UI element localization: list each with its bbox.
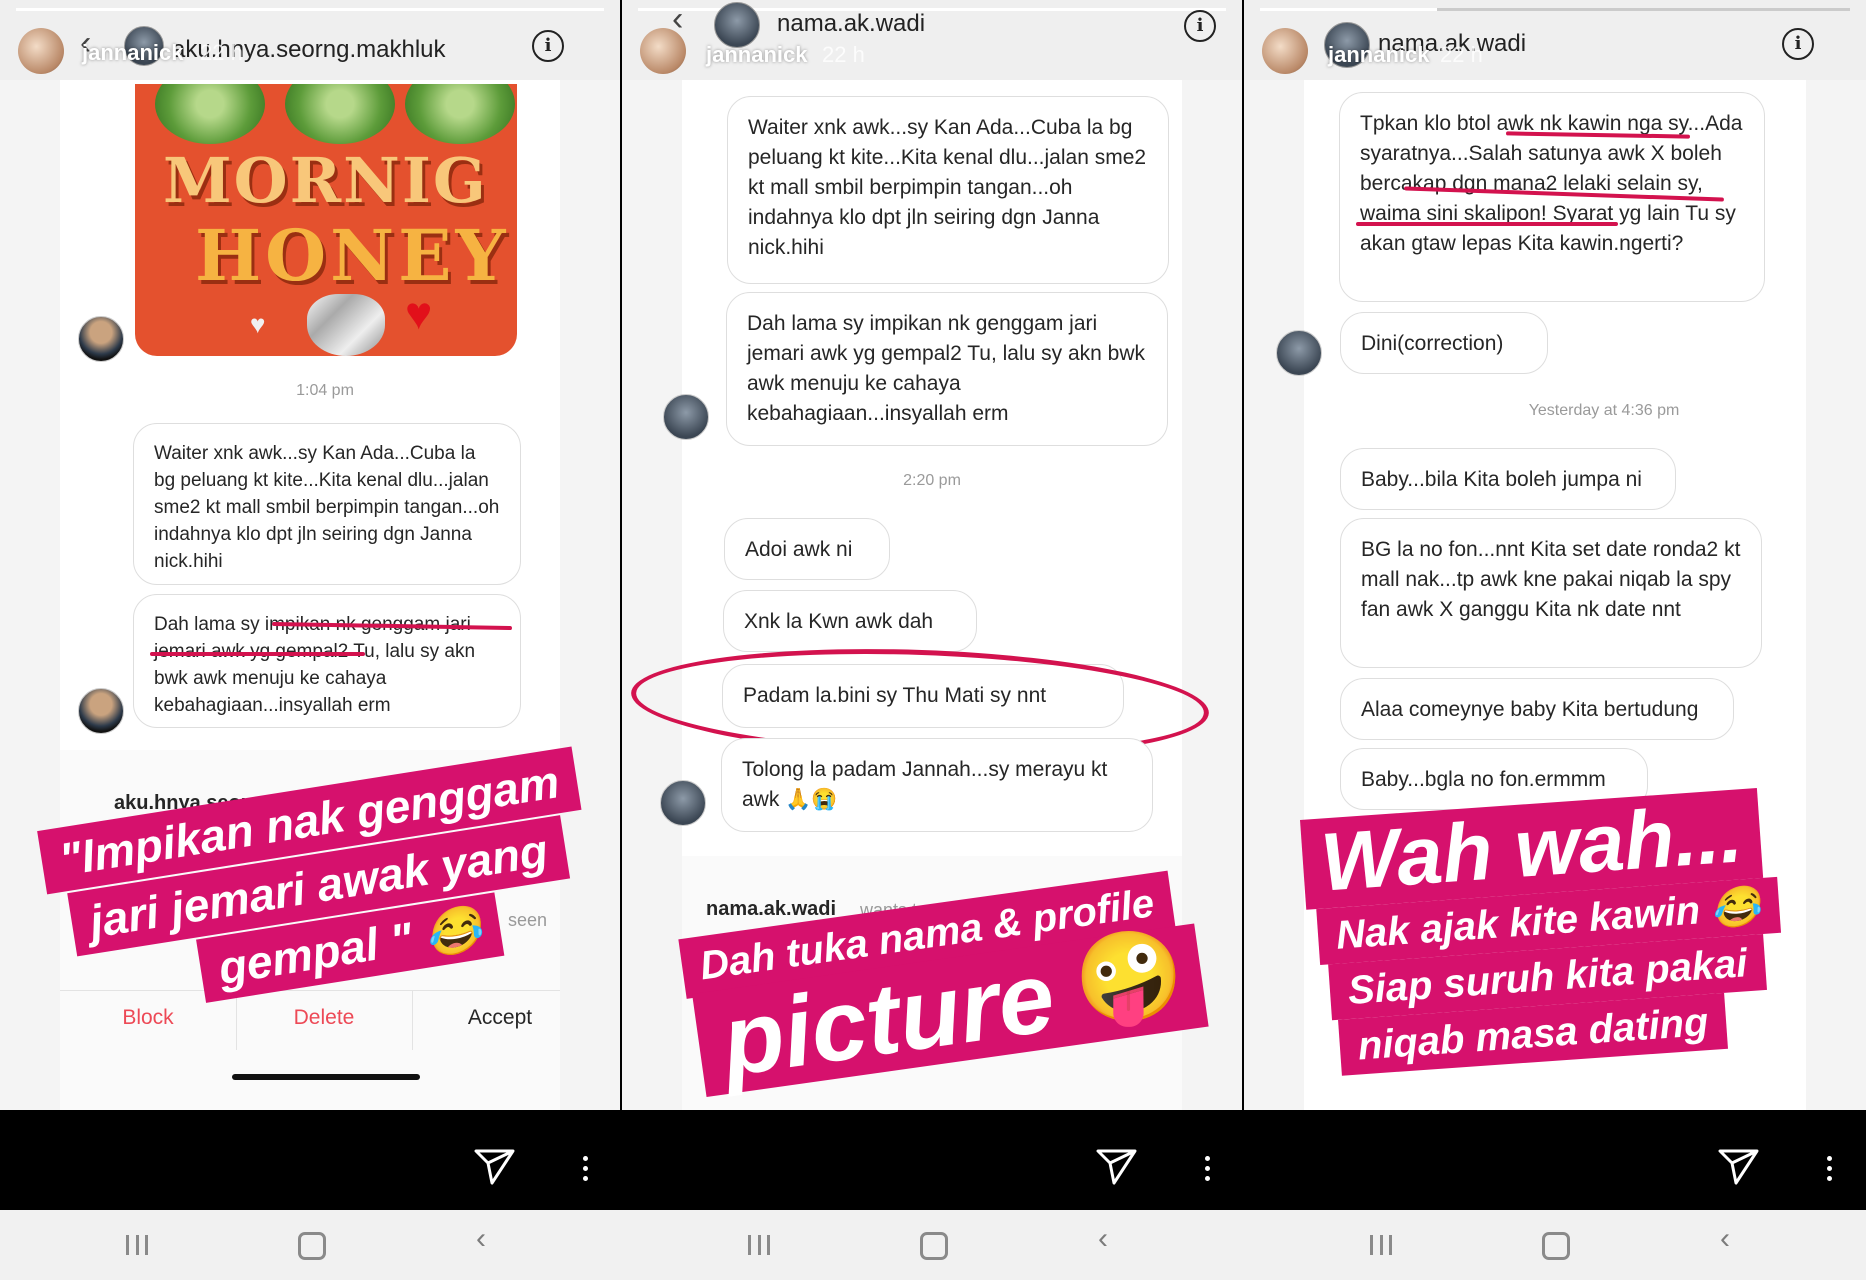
home-indicator xyxy=(232,1074,420,1080)
story-panel-2: ‹ nama.ak.wadi jannanick 22 h i Waiter x… xyxy=(622,0,1242,1110)
sender-avatar[interactable] xyxy=(78,316,124,362)
sticker-text-mornig: MORNIG xyxy=(163,144,488,217)
panel-separator xyxy=(620,0,622,1110)
request-status: seen xyxy=(508,910,548,930)
lettuce-decoration xyxy=(285,84,395,144)
delete-button[interactable]: Delete xyxy=(236,1006,412,1030)
message-bubble: BG la no fon...nnt Kita set date ronda2 … xyxy=(1340,518,1762,668)
story-header: nama.ak.wadi jannanick 22 h i xyxy=(1244,0,1866,80)
sender-avatar[interactable] xyxy=(660,780,706,826)
message-bubble: Adoi awk ni xyxy=(724,518,890,580)
send-icon[interactable] xyxy=(1718,1148,1760,1186)
recent-apps-icon[interactable] xyxy=(126,1235,148,1255)
story-progress-bar xyxy=(1260,8,1850,11)
message-timestamp: Yesterday at 4:36 pm xyxy=(1528,402,1680,419)
sender-avatar[interactable] xyxy=(1276,330,1322,376)
back-icon[interactable]: ‹ xyxy=(1720,1222,1730,1256)
sender-avatar[interactable] xyxy=(78,688,124,734)
chat-title: nama.ak.wadi xyxy=(777,10,926,37)
accept-button[interactable]: Accept xyxy=(412,1006,588,1030)
foil-heart-icon xyxy=(307,294,385,356)
divider xyxy=(60,990,560,991)
story-panel-3: nama.ak.wadi jannanick 22 h i Tpkan klo … xyxy=(1244,0,1866,1110)
story-time: 22 h xyxy=(200,40,243,65)
back-chevron-icon[interactable]: ‹ xyxy=(672,0,683,39)
home-icon[interactable] xyxy=(298,1232,326,1260)
story-panel-1: ‹ aku.hnya.seorng.makhluk jannanick 22 h… xyxy=(0,0,620,1110)
panel-separator xyxy=(1242,0,1244,1110)
block-button[interactable]: Block xyxy=(60,1006,236,1030)
story-author-avatar[interactable] xyxy=(1262,28,1308,74)
story-time: 22 h xyxy=(1440,42,1483,67)
home-icon[interactable] xyxy=(920,1232,948,1260)
info-icon[interactable]: i xyxy=(532,30,564,62)
message-bubble: Dah lama sy impikan nk genggam jari jema… xyxy=(726,292,1168,446)
info-icon[interactable]: i xyxy=(1184,10,1216,42)
recent-apps-icon[interactable] xyxy=(1370,1235,1392,1255)
story-author-avatar[interactable] xyxy=(18,28,64,74)
more-options-icon[interactable] xyxy=(583,1156,589,1186)
message-bubble: Waiter xnk awk...sy Kan Ada...Cuba la bg… xyxy=(727,96,1169,284)
back-icon[interactable]: ‹ xyxy=(1098,1222,1108,1256)
home-icon[interactable] xyxy=(1542,1232,1570,1260)
message-timestamp: 1:04 pm xyxy=(296,382,354,399)
lettuce-decoration xyxy=(405,84,515,144)
divider xyxy=(236,990,237,1050)
send-icon[interactable] xyxy=(474,1148,516,1186)
heart-icon: ♥ xyxy=(405,287,433,339)
info-icon[interactable]: i xyxy=(1782,28,1814,60)
message-timestamp: 2:20 pm xyxy=(903,472,961,489)
divider xyxy=(412,990,413,1050)
story-footer xyxy=(0,1110,1866,1210)
annotation-underline xyxy=(150,652,365,656)
message-bubble: Alaa comeynye baby Kita bertudung xyxy=(1340,678,1734,740)
story-header: ‹ nama.ak.wadi jannanick 22 h i xyxy=(622,0,1242,80)
heart-icon: ♥ xyxy=(250,309,266,339)
story-time: 22 h xyxy=(822,42,865,67)
more-options-icon[interactable] xyxy=(1827,1156,1833,1186)
more-options-icon[interactable] xyxy=(1205,1156,1211,1186)
message-bubble: Waiter xnk awk...sy Kan Ada...Cuba la bg… xyxy=(133,423,521,585)
story-caption: Wah wah... Nak ajak kite kawin 😂 Siap su… xyxy=(1300,788,1781,1078)
back-icon[interactable]: ‹ xyxy=(476,1222,486,1256)
recent-apps-icon[interactable] xyxy=(748,1235,770,1255)
story-username[interactable]: jannanick xyxy=(706,42,807,68)
story-username[interactable]: jannanick xyxy=(1328,42,1429,68)
zany-face-emoji: 🤪 xyxy=(1074,927,1184,1026)
sticker-image: MORNIG HONEY ♥ ♥ xyxy=(135,84,517,356)
annotation-underline xyxy=(1356,222,1618,226)
story-username[interactable]: jannanick xyxy=(82,40,183,66)
sticker-text-honey: HONEY xyxy=(195,214,510,297)
send-icon[interactable] xyxy=(1096,1148,1138,1186)
lettuce-decoration xyxy=(155,84,265,144)
story-progress-bar xyxy=(16,8,604,11)
message-bubble: Xnk la Kwn awk dah xyxy=(723,590,977,652)
message-bubble: Dini(correction) xyxy=(1340,312,1548,374)
sender-avatar[interactable] xyxy=(663,394,709,440)
message-bubble: Tolong la padam Jannah...sy merayu kt aw… xyxy=(721,738,1153,832)
message-bubble: Baby...bila Kita boleh jumpa ni xyxy=(1340,448,1676,510)
story-header: ‹ aku.hnya.seorng.makhluk jannanick 22 h… xyxy=(0,0,620,80)
